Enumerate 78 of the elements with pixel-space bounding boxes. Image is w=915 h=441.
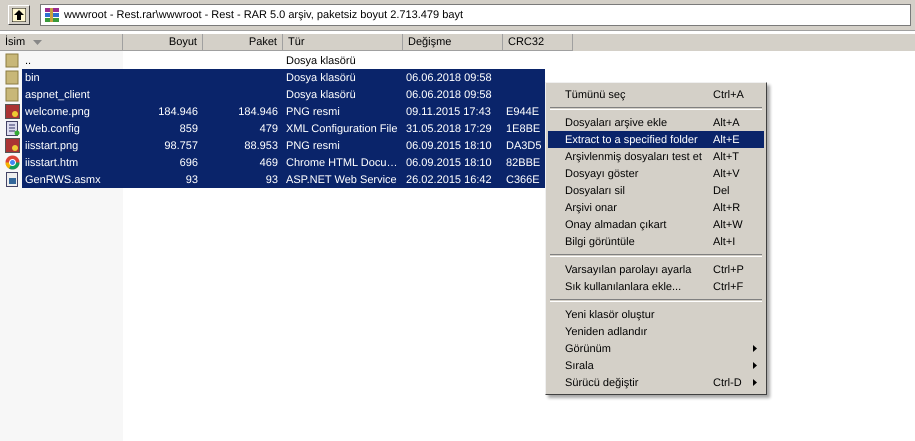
menu-item[interactable]: Arşivi onar Alt+R bbox=[548, 199, 764, 216]
image-file-icon bbox=[5, 138, 20, 153]
menu-item[interactable]: Görünüm bbox=[548, 340, 764, 357]
crc-value: 82BBE bbox=[505, 156, 542, 168]
file-type: XML Configuration File bbox=[285, 122, 398, 134]
modified-date: 31.05.2018 17:29 bbox=[405, 122, 493, 134]
file-row[interactable]: .. Dosya klasörü bbox=[22, 52, 545, 69]
file-name: iisstart.png bbox=[24, 140, 80, 152]
submenu-arrow-icon bbox=[753, 345, 757, 352]
file-size: 98.757 bbox=[163, 140, 199, 152]
file-size: 696 bbox=[178, 156, 199, 168]
folder-icon bbox=[5, 53, 19, 68]
submenu-arrow-icon bbox=[753, 362, 757, 369]
file-name: Web.config bbox=[24, 122, 81, 134]
menu-item[interactable]: Sırala bbox=[548, 357, 764, 374]
menu-item[interactable]: Dosyaları arşive ekle Alt+A bbox=[548, 114, 764, 131]
browser-icon bbox=[5, 155, 20, 170]
file-row[interactable]: aspnet_client Dosya klasörü 06.06.2018 09:58 bbox=[22, 86, 545, 103]
archive-icon bbox=[44, 7, 60, 23]
web-service-icon bbox=[5, 172, 20, 187]
sort-arrow-icon bbox=[33, 40, 42, 44]
document-icon bbox=[5, 121, 20, 136]
file-size: 184.946 bbox=[157, 106, 199, 118]
image-file-icon bbox=[5, 104, 20, 119]
packed-size: 479 bbox=[258, 122, 279, 134]
submenu-arrow-icon bbox=[753, 379, 757, 386]
menu-item[interactable]: Dosyaları sil Del bbox=[548, 182, 764, 199]
packed-size: 184.946 bbox=[237, 106, 279, 118]
file-name: .. bbox=[24, 54, 32, 66]
file-type: Dosya klasörü bbox=[285, 54, 357, 66]
path-field[interactable]: wwwroot - Rest.rar\wwwroot - Rest - RAR 5.0 arşiv, paketsiz boyut 2.713.479 bayt bbox=[40, 4, 911, 26]
file-row[interactable]: welcome.png 184.946 184.946 PNG resmi 09.11.2015 17:43 E944E bbox=[22, 103, 545, 120]
modified-date: 26.02.2015 16:42 bbox=[405, 174, 493, 186]
file-size: 93 bbox=[184, 174, 199, 186]
file-name: iisstart.htm bbox=[24, 156, 80, 168]
file-name: GenRWS.asmx bbox=[24, 174, 102, 186]
file-type: Dosya klasörü bbox=[285, 72, 357, 84]
menu-item[interactable]: Yeni klasör oluştur bbox=[548, 306, 764, 323]
file-type: PNG resmi bbox=[285, 140, 341, 152]
file-size: 859 bbox=[178, 122, 199, 134]
file-type: Dosya klasörü bbox=[285, 88, 357, 100]
menu-item[interactable]: Varsayılan parolayı ayarla Ctrl+P bbox=[548, 261, 764, 278]
file-row[interactable]: iisstart.png 98.757 88.953 PNG resmi 06.09.2015 18:10 DA3D5 bbox=[22, 137, 545, 154]
up-arrow-icon bbox=[12, 8, 26, 22]
menu-item[interactable]: Dosyayı göster Alt+V bbox=[548, 165, 764, 182]
file-type: ASP.NET Web Service bbox=[285, 174, 398, 186]
menu-item[interactable]: Extract to a specified folder Alt+E bbox=[548, 131, 764, 148]
file-type: Chrome HTML Docu… bbox=[285, 156, 398, 168]
modified-date: 06.09.2015 18:10 bbox=[405, 156, 493, 168]
packed-size: 469 bbox=[258, 156, 279, 168]
folder-icon bbox=[5, 70, 19, 85]
menu-item[interactable]: Bilgi görüntüle Alt+I bbox=[548, 233, 764, 250]
file-type: PNG resmi bbox=[285, 106, 341, 118]
file-name: aspnet_client bbox=[24, 88, 91, 100]
menu-item[interactable]: Onay almadan çıkart Alt+W bbox=[548, 216, 764, 233]
file-row[interactable]: iisstart.htm 696 469 Chrome HTML Docu… 06.09.2015 18:10 82BBE bbox=[22, 154, 545, 171]
menu-item[interactable]: Sürücü değiştir Ctrl-D bbox=[548, 374, 764, 391]
file-name: bin bbox=[24, 72, 41, 84]
crc-value: 1E8BE bbox=[505, 122, 542, 134]
packed-size: 93 bbox=[264, 174, 279, 186]
file-row[interactable]: Web.config 859 479 XML Configuration File 31.05.2018 17:29 1E8BE bbox=[22, 120, 545, 137]
crc-value: E944E bbox=[505, 106, 540, 118]
file-name: welcome.png bbox=[24, 106, 91, 118]
menu-item[interactable]: Tümünü seç Ctrl+A bbox=[548, 86, 764, 103]
modified-date: 06.06.2018 09:58 bbox=[405, 72, 493, 84]
menu-item[interactable]: Sık kullanılanlara ekle... Ctrl+F bbox=[548, 278, 764, 295]
crc-value: C366E bbox=[505, 174, 541, 186]
modified-date: 09.11.2015 17:43 bbox=[405, 106, 492, 118]
crc-value: DA3D5 bbox=[505, 140, 542, 152]
file-row[interactable]: bin Dosya klasörü 06.06.2018 09:58 bbox=[22, 69, 545, 86]
packed-size: 88.953 bbox=[243, 140, 279, 152]
file-row[interactable]: GenRWS.asmx 93 93 ASP.NET Web Service 26.02.2015 16:42 C366E bbox=[22, 171, 545, 188]
menu-item[interactable]: Yeniden adlandır bbox=[548, 323, 764, 340]
folder-icon bbox=[5, 87, 19, 102]
modified-date: 06.09.2015 18:10 bbox=[405, 140, 493, 152]
up-folder-button[interactable] bbox=[8, 5, 30, 25]
modified-date: 06.06.2018 09:58 bbox=[405, 88, 493, 100]
menu-item[interactable]: Arşivlenmiş dosyaları test et Alt+T bbox=[548, 148, 764, 165]
